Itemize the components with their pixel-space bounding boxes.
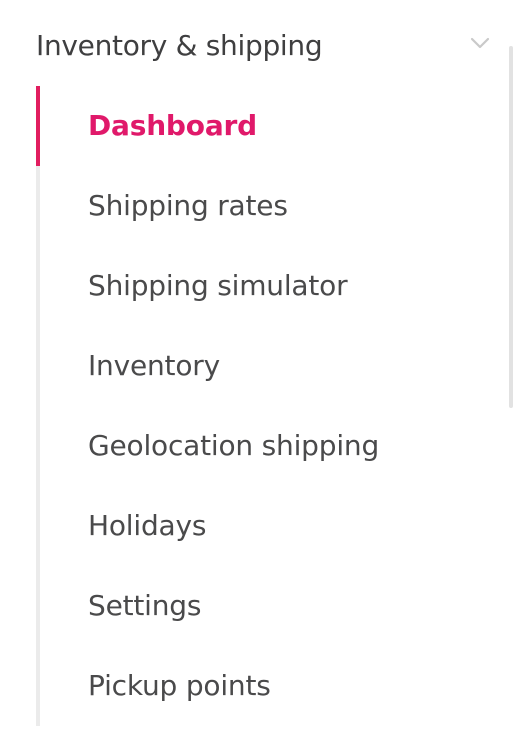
indicator bbox=[36, 166, 40, 246]
sidebar-item-label: Pickup points bbox=[88, 669, 271, 702]
indicator bbox=[36, 246, 40, 326]
sidebar-item-label: Geolocation shipping bbox=[88, 429, 380, 462]
sidebar-item-label: Settings bbox=[88, 589, 202, 622]
sidebar-nav: Dashboard Shipping rates Shipping simula… bbox=[36, 86, 476, 726]
scrollbar[interactable] bbox=[509, 46, 513, 408]
sidebar-item-dashboard[interactable]: Dashboard bbox=[36, 86, 476, 166]
sidebar-item-label: Shipping simulator bbox=[88, 269, 348, 302]
sidebar-item-inventory[interactable]: Inventory bbox=[36, 326, 476, 406]
chevron-down-icon[interactable] bbox=[468, 34, 492, 52]
indicator bbox=[36, 326, 40, 406]
indicator bbox=[36, 486, 40, 566]
section-title: Inventory & shipping bbox=[36, 29, 323, 62]
sidebar-item-holidays[interactable]: Holidays bbox=[36, 486, 476, 566]
sidebar-item-shipping-rates[interactable]: Shipping rates bbox=[36, 166, 476, 246]
sidebar-item-settings[interactable]: Settings bbox=[36, 566, 476, 646]
sidebar-item-label: Holidays bbox=[88, 509, 207, 542]
indicator bbox=[36, 566, 40, 646]
section-header-inventory-shipping[interactable]: Inventory & shipping bbox=[0, 0, 514, 92]
indicator bbox=[36, 406, 40, 486]
active-indicator bbox=[36, 86, 40, 166]
indicator bbox=[36, 646, 40, 726]
sidebar-item-pickup-points[interactable]: Pickup points bbox=[36, 646, 476, 726]
sidebar-item-label: Shipping rates bbox=[88, 189, 288, 222]
sidebar-item-shipping-simulator[interactable]: Shipping simulator bbox=[36, 246, 476, 326]
sidebar-item-label: Inventory bbox=[88, 349, 220, 382]
sidebar-item-label: Dashboard bbox=[88, 109, 257, 142]
sidebar-item-geolocation-shipping[interactable]: Geolocation shipping bbox=[36, 406, 476, 486]
